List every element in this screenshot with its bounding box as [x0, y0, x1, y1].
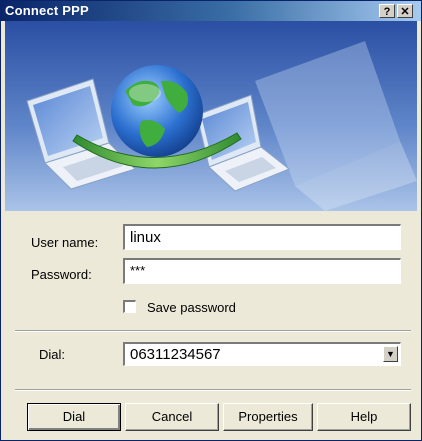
save-password-checkbox[interactable]	[123, 300, 136, 313]
globe-network-icon	[111, 65, 203, 157]
separator	[15, 330, 411, 332]
connect-dialog: Connect PPP ? ✕ User name: linux Passwor…	[0, 0, 422, 441]
separator	[15, 389, 411, 391]
username-label: User name:	[31, 235, 99, 250]
password-input[interactable]: ***	[123, 258, 401, 284]
username-input[interactable]: linux	[123, 224, 401, 250]
network-banner-image	[5, 21, 417, 211]
help-button[interactable]: Help	[317, 403, 411, 431]
properties-button[interactable]: Properties	[223, 403, 313, 431]
chevron-down-icon[interactable]: ▼	[383, 346, 398, 362]
help-icon[interactable]: ?	[379, 4, 395, 18]
close-icon[interactable]: ✕	[397, 4, 413, 18]
dial-number-value: 06311234567	[130, 346, 221, 363]
save-password-label: Save password	[147, 300, 236, 315]
dial-label: Dial:	[39, 347, 66, 362]
title-bar[interactable]: Connect PPP ? ✕	[1, 1, 421, 21]
password-label: Password:	[31, 267, 92, 282]
window-title: Connect PPP	[5, 3, 89, 18]
dial-number-combobox[interactable]: 06311234567 ▼	[123, 342, 401, 366]
dial-button[interactable]: Dial	[27, 403, 121, 431]
cancel-button[interactable]: Cancel	[125, 403, 219, 431]
